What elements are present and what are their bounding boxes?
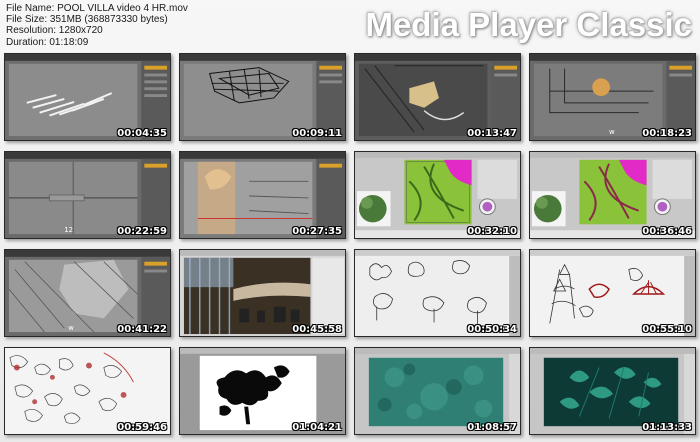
timestamp: 01:04:21	[292, 422, 342, 433]
thumbnail[interactable]: 00:50:34	[354, 249, 521, 337]
svg-text:w: w	[68, 324, 74, 332]
file-info: File Name: POOL VILLA video 4 HR.mov Fil…	[6, 3, 188, 48]
thumbnail[interactable]: 00:27:35	[179, 151, 346, 239]
thumbnail[interactable]: 00:13:47	[354, 53, 521, 141]
svg-text:12: 12	[64, 226, 73, 234]
thumbnail[interactable]: 00:45:58	[179, 249, 346, 337]
file-name: File Name: POOL VILLA video 4 HR.mov	[6, 3, 188, 14]
timestamp: 00:59:46	[117, 422, 167, 433]
thumbnail[interactable]: w 00:41:22	[4, 249, 171, 337]
timestamp: 00:04:35	[117, 128, 167, 139]
timestamp: 00:32:10	[467, 226, 517, 237]
thumbnail[interactable]: w 00:18:23	[529, 53, 696, 141]
timestamp: 00:41:22	[117, 324, 167, 335]
duration: Duration: 01:18:09	[6, 36, 89, 48]
timestamp: 00:09:11	[292, 128, 342, 139]
resolution: Resolution: 1280x720	[6, 25, 103, 37]
thumbnail[interactable]: 12 00:22:59	[4, 151, 171, 239]
timestamp: 00:55:10	[642, 324, 692, 335]
timestamp: 00:45:58	[292, 324, 342, 335]
thumbnail[interactable]: 00:55:10	[529, 249, 696, 337]
thumbnail[interactable]: 00:36:46	[529, 151, 696, 239]
thumbnail[interactable]: 00:59:46	[4, 347, 171, 435]
thumbnail[interactable]: 00:04:35	[4, 53, 171, 141]
thumbnail[interactable]: 01:04:21	[179, 347, 346, 435]
thumbnail-grid: 00:04:35 00:09:11 00:13:47 w 00:18:23 12…	[4, 53, 696, 439]
file-size: File Size: 351MB (368873330 bytes)	[6, 14, 168, 26]
thumbnail[interactable]: 01:08:57	[354, 347, 521, 435]
brand-watermark: Media Player Classic	[365, 6, 692, 43]
timestamp: 00:13:47	[467, 128, 517, 139]
timestamp: 00:27:35	[292, 226, 342, 237]
timestamp: 00:22:59	[117, 226, 167, 237]
timestamp: 00:18:23	[642, 128, 692, 139]
timestamp: 01:08:57	[467, 422, 517, 433]
thumbnail[interactable]: 00:32:10	[354, 151, 521, 239]
timestamp: 01:13:33	[642, 422, 692, 433]
timestamp: 00:50:34	[467, 324, 517, 335]
thumbnail[interactable]: 01:13:33	[529, 347, 696, 435]
thumbnail[interactable]: 00:09:11	[179, 53, 346, 141]
timestamp: 00:36:46	[642, 226, 692, 237]
svg-text:w: w	[609, 128, 615, 136]
